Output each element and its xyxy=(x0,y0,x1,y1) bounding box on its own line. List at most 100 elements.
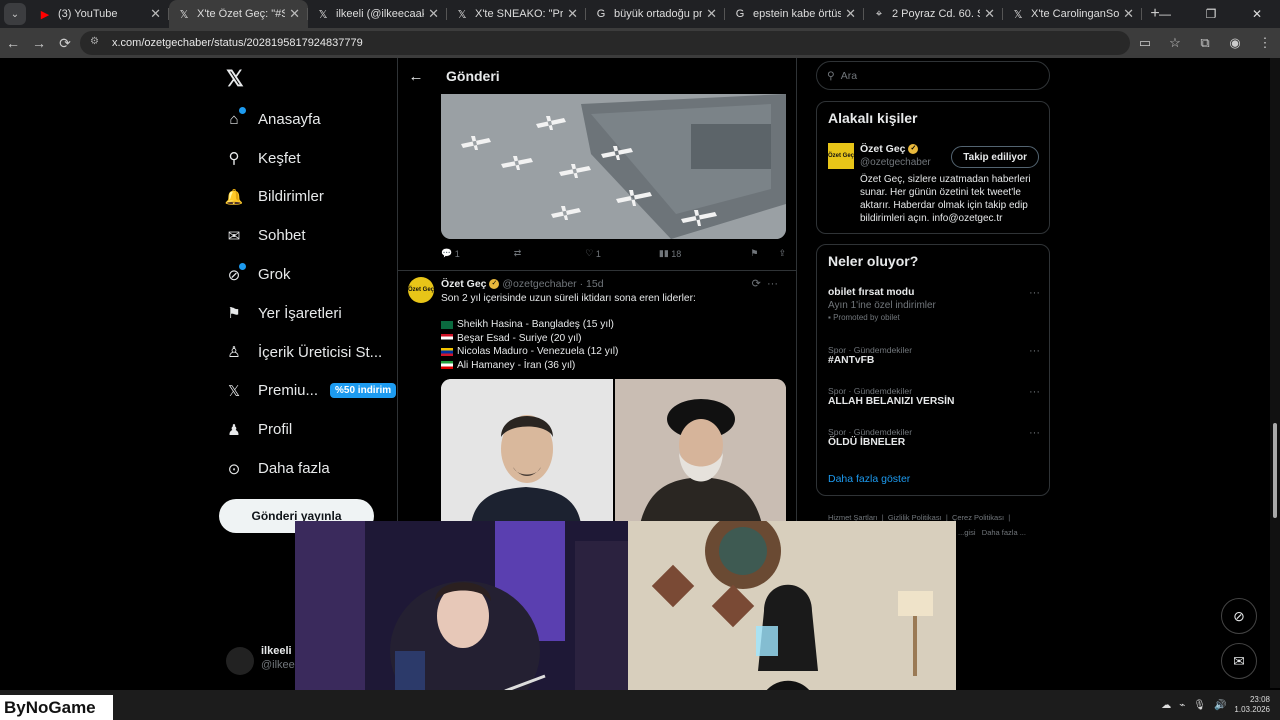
close-window-button[interactable]: ✕ xyxy=(1234,0,1280,28)
tweet-more-icon[interactable]: ⟳ ··· xyxy=(752,277,778,290)
browser-tab[interactable]: 𝕏ilkeeli (@ilkeecaakir) / X ✕ xyxy=(308,0,447,28)
mic-icon[interactable]: 🎙 xyxy=(1193,700,1206,711)
sidebar-item-grok[interactable]: ⊘ Grok xyxy=(222,255,396,294)
show-more-link[interactable]: Daha fazla göster xyxy=(828,473,910,485)
tweet-author-name[interactable]: Özet Geç xyxy=(441,278,487,290)
search-placeholder: Ara xyxy=(840,69,858,82)
avatar[interactable]: Özet Geç xyxy=(408,277,434,303)
volume-icon[interactable]: 🔊 xyxy=(1214,700,1226,711)
grok-fab-icon[interactable]: ⊘ xyxy=(1221,598,1257,634)
account-name: ilkeeli xyxy=(261,645,292,657)
browser-tab-bar: ⌄ ▶(3) YouTube✕𝕏X'te Özet Geç: "#SONDAK✕… xyxy=(0,0,1280,28)
trend-context: Spor · Gündemdekiler xyxy=(828,386,913,396)
bookmark-icon: ⚑ xyxy=(227,305,241,323)
sidebar-item-home[interactable]: ⌂ Anasayfa xyxy=(222,100,396,139)
clock-date: 1.03.2026 xyxy=(1234,705,1270,714)
browser-tab[interactable]: Gbüyük ortadoğu projesi h✕ xyxy=(586,0,725,28)
tweet-line-text: Ali Hamaney - İran (36 yıl) xyxy=(457,359,576,371)
sidebar-item-bookmark[interactable]: ⚑ Yer İşaretleri xyxy=(222,294,396,333)
following-button[interactable]: Takip ediliyor xyxy=(951,146,1039,168)
close-tab-icon[interactable]: ✕ xyxy=(428,6,439,22)
close-tab-icon[interactable]: ✕ xyxy=(984,6,995,22)
footer-link[interactable]: ...gisi xyxy=(958,528,976,537)
back-icon[interactable]: ← xyxy=(0,35,26,51)
tweet-handle[interactable]: @ozetgechaber xyxy=(502,278,576,290)
sidebar-item-label: Grok xyxy=(258,266,291,284)
tweet-line-text: Nicolas Maduro - Venezuela (12 yıl) xyxy=(457,346,619,358)
sidebar-item-x-premium[interactable]: 𝕏 Premiu... %50 indirim xyxy=(222,372,397,411)
cast-icon[interactable]: ▭ xyxy=(1130,35,1160,51)
browser-menu-icon[interactable]: ⋮ xyxy=(1250,35,1280,51)
sidebar-item-creator[interactable]: ♙ İçerik Üreticisi St... xyxy=(222,333,396,372)
url-bar[interactable]: ⚙ x.com/ozetgechaber/status/202819581792… xyxy=(80,31,1130,55)
more-icon[interactable]: ··· xyxy=(1029,386,1040,398)
airport-image[interactable] xyxy=(441,94,786,239)
profile-avatar[interactable]: ◉ xyxy=(1220,35,1250,51)
extensions-icon[interactable]: ⧉ xyxy=(1190,35,1220,51)
trend-name: ÖLDÜ İBNELER xyxy=(828,437,906,448)
share-icon[interactable]: ⇪ xyxy=(778,248,786,259)
sidebar-item-label: Anasayfa xyxy=(258,110,321,128)
onedrive-icon[interactable]: ☁ xyxy=(1161,700,1171,711)
trend-item[interactable]: Spor · Gündemdekiler #ANTvFB ··· xyxy=(828,345,1040,366)
page-scrollbar[interactable] xyxy=(1270,58,1280,688)
repost-icon[interactable]: ⇄ xyxy=(514,248,522,259)
sidebar-item-mail[interactable]: ✉ Sohbet xyxy=(222,216,396,255)
footer-link[interactable]: Daha fazla ... xyxy=(982,528,1026,537)
bookmark-star-icon[interactable]: ☆ xyxy=(1160,35,1190,51)
like-icon[interactable]: ♡ 1 xyxy=(585,248,601,259)
site-info-icon[interactable]: ⚙ xyxy=(90,36,104,50)
x-icon: 𝕏 xyxy=(318,8,328,21)
sidebar-item-more-circle[interactable]: ⊙ Daha fazla xyxy=(222,449,396,488)
more-icon[interactable]: ··· xyxy=(1029,287,1040,299)
browser-tab[interactable]: 𝕏 X'te SNEAKO: "Protect Tu✕ xyxy=(447,0,586,28)
close-tab-icon[interactable]: ✕ xyxy=(1123,6,1134,22)
tweet-time[interactable]: 15d xyxy=(586,278,604,290)
close-tab-icon[interactable]: ✕ xyxy=(845,6,856,22)
restore-button[interactable]: ❐ xyxy=(1188,0,1234,28)
person-handle[interactable]: @ozetgechaber xyxy=(860,157,931,168)
clock[interactable]: 23:08 1.03.2026 xyxy=(1234,695,1270,715)
card-title: Neler oluyor? xyxy=(828,253,919,269)
sidebar-item-bell[interactable]: 🔔 Bildirimler xyxy=(222,178,396,217)
browser-tab[interactable]: 𝕏 X'te CarolinganSon: "@E✕ xyxy=(1003,0,1142,28)
browser-tab[interactable]: Gepstein kabe örtüsünü kim✕ xyxy=(725,0,864,28)
back-arrow-icon[interactable]: ← xyxy=(398,68,434,85)
trend-item[interactable]: Spor · Gündemdekiler ALLAH BELANIZI VERS… xyxy=(828,386,1040,407)
tweet-image-grid[interactable] xyxy=(441,379,786,524)
browser-tab[interactable]: 𝕏 X'te Özet Geç: "#SONDAK✕ xyxy=(169,0,308,28)
x-icon: 𝕏 xyxy=(457,8,467,21)
trend-promoted[interactable]: obilet fırsat modu Ayın 1'ine özel indir… xyxy=(828,287,1040,322)
reload-icon[interactable]: ⟳ xyxy=(52,35,78,52)
avatar[interactable]: Özet Geç xyxy=(828,143,854,169)
network-icon[interactable]: ⌁ xyxy=(1179,700,1185,711)
footer-link[interactable]: Çerez Politikası xyxy=(952,513,1004,522)
bookmark-icon[interactable]: ⚑ xyxy=(750,248,758,259)
browser-tab[interactable]: ▶ (3) YouTube ✕ xyxy=(30,0,169,28)
leader-photo-right[interactable] xyxy=(614,379,786,524)
browser-tab[interactable]: ⌖ 2 Poyraz Cd. 60. Sk. - Goo ✕ xyxy=(864,0,1003,28)
more-icon[interactable]: ··· xyxy=(1029,427,1040,439)
close-tab-icon[interactable]: ✕ xyxy=(150,6,161,22)
leader-photo-left[interactable] xyxy=(441,379,613,524)
close-tab-icon[interactable]: ✕ xyxy=(289,6,300,22)
more-icon[interactable]: ··· xyxy=(1029,345,1040,357)
close-tab-icon[interactable]: ✕ xyxy=(567,6,578,22)
page-title: Gönderi xyxy=(446,68,500,84)
close-tab-icon[interactable]: ✕ xyxy=(706,6,717,22)
views-icon[interactable]: ▮▮ 18 xyxy=(659,248,681,259)
syria-flag xyxy=(441,334,453,343)
bynogame-logo: ByNoGame xyxy=(0,695,113,720)
trend-item[interactable]: Spor · Gündemdekiler ÖLDÜ İBNELER ··· xyxy=(828,427,1040,448)
person-name[interactable]: Özet Geç ✓ xyxy=(860,143,919,155)
x-logo-icon[interactable]: 𝕏 xyxy=(226,66,244,92)
tab-search-button[interactable]: ⌄ xyxy=(4,3,26,25)
sidebar-item-label: Premiu... xyxy=(258,382,319,400)
search-input[interactable]: ⚲ Ara xyxy=(816,61,1050,90)
minimize-button[interactable]: — xyxy=(1142,0,1188,28)
reply-icon[interactable]: 💬 1 xyxy=(441,248,460,259)
sidebar-item-search[interactable]: ⚲ Keşfet xyxy=(222,139,396,178)
forward-icon[interactable]: → xyxy=(26,35,52,51)
messages-fab-icon[interactable]: ✉ xyxy=(1221,643,1257,679)
sidebar-item-person[interactable]: ♟ Profil xyxy=(222,410,396,449)
